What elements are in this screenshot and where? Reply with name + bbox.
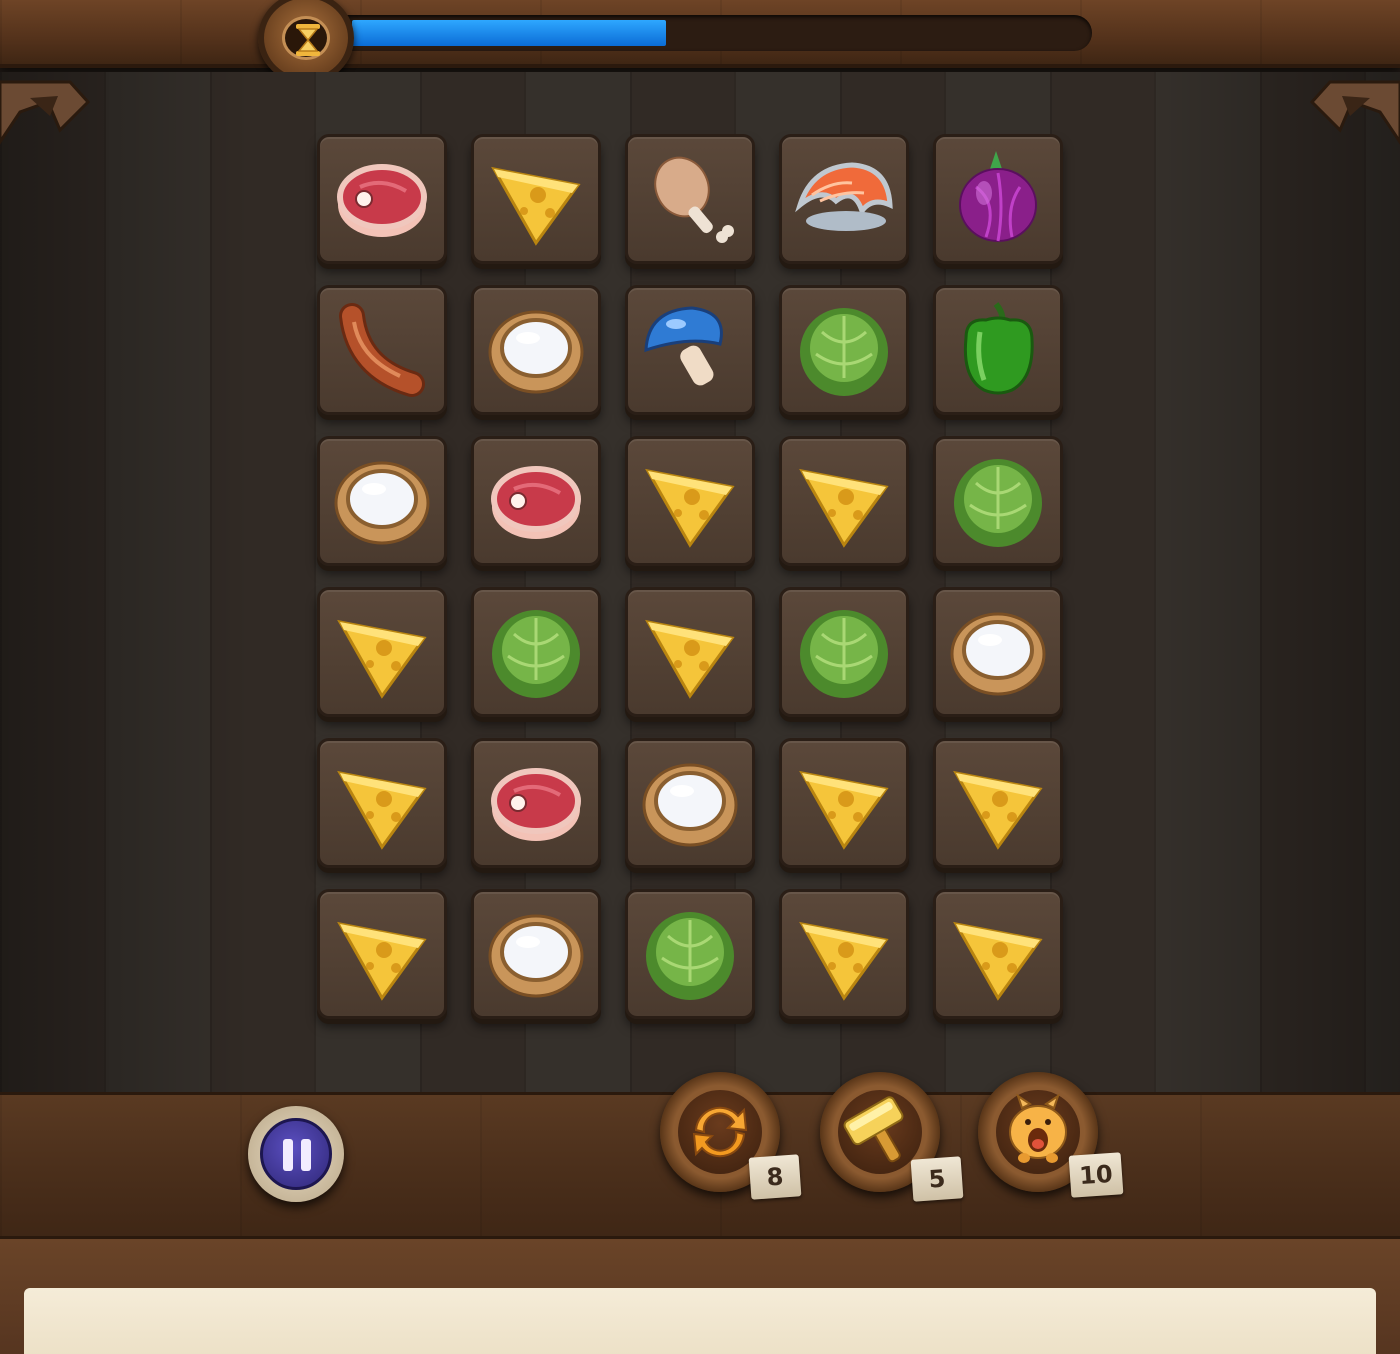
tile-pepper[interactable]: [933, 285, 1063, 415]
tile-cheese[interactable]: [625, 587, 755, 717]
pause-button[interactable]: [248, 1106, 344, 1202]
hourglass-icon: [296, 24, 320, 56]
cabbage-icon: [646, 912, 734, 1000]
drumstick-icon: [654, 156, 734, 243]
tile-milk[interactable]: [317, 436, 447, 566]
message-panel: [24, 1288, 1376, 1354]
tile-steak[interactable]: [471, 436, 601, 566]
onion-icon: [959, 151, 1037, 242]
tile-mushroom[interactable]: [625, 285, 755, 415]
tile-cheese[interactable]: [779, 738, 909, 868]
tile-drumstick[interactable]: [625, 134, 755, 264]
salmon-icon: [795, 162, 893, 231]
tile-sausage[interactable]: [317, 285, 447, 415]
tile-milk[interactable]: [471, 285, 601, 415]
milk-icon: [950, 612, 1046, 696]
tile-milk[interactable]: [625, 738, 755, 868]
tile-milk[interactable]: [471, 889, 601, 1019]
cheese-icon: [645, 468, 735, 548]
tile-cabbage[interactable]: [933, 436, 1063, 566]
tile-cheese[interactable]: [933, 738, 1063, 868]
tile-cabbage[interactable]: [625, 889, 755, 1019]
pause-icon: [260, 1118, 332, 1190]
tile-cheese[interactable]: [317, 889, 447, 1019]
cheese-icon: [337, 619, 427, 699]
cheese-icon: [953, 921, 1043, 1001]
cheese-icon: [491, 166, 581, 246]
steak-icon: [491, 466, 581, 539]
booster-pig-count: 10: [1068, 1152, 1124, 1198]
steak-icon: [491, 768, 581, 841]
tile-cheese[interactable]: [471, 134, 601, 264]
tile-cheese[interactable]: [779, 436, 909, 566]
booster-hammer-count: 5: [910, 1156, 964, 1202]
tile-cheese[interactable]: [625, 436, 755, 566]
cheese-icon: [645, 619, 735, 699]
cabbage-icon: [800, 308, 888, 396]
steak-icon: [337, 164, 427, 237]
sausage-icon: [339, 303, 425, 397]
tile-cheese[interactable]: [317, 587, 447, 717]
cabbage-icon: [800, 610, 888, 698]
tile-cabbage[interactable]: [471, 587, 601, 717]
tile-cheese[interactable]: [779, 889, 909, 1019]
booster-shuffle-count: 8: [748, 1154, 802, 1200]
cabbage-icon: [492, 610, 580, 698]
cabbage-icon: [954, 459, 1042, 547]
cheese-icon: [799, 468, 889, 548]
cheese-icon: [953, 770, 1043, 850]
tile-milk[interactable]: [933, 587, 1063, 717]
corner-ornament-right: [1310, 80, 1400, 145]
milk-icon: [334, 461, 430, 545]
cheese-icon: [799, 770, 889, 850]
tile-steak[interactable]: [471, 738, 601, 868]
tile-grid: [317, 134, 1065, 1024]
pepper-icon: [963, 302, 1034, 395]
tile-onion[interactable]: [933, 134, 1063, 264]
cheese-icon: [337, 770, 427, 850]
tile-cabbage[interactable]: [779, 587, 909, 717]
timer-bar-fill: [352, 20, 666, 46]
milk-icon: [642, 763, 738, 847]
mushroom-icon: [644, 306, 723, 386]
cheese-icon: [799, 921, 889, 1001]
tile-cheese[interactable]: [317, 738, 447, 868]
milk-icon: [488, 914, 584, 998]
cheese-icon: [337, 921, 427, 1001]
milk-icon: [488, 310, 584, 394]
tile-salmon[interactable]: [779, 134, 909, 264]
tile-steak[interactable]: [317, 134, 447, 264]
corner-ornament-left: [0, 80, 90, 145]
tile-cabbage[interactable]: [779, 285, 909, 415]
tile-cheese[interactable]: [933, 889, 1063, 1019]
